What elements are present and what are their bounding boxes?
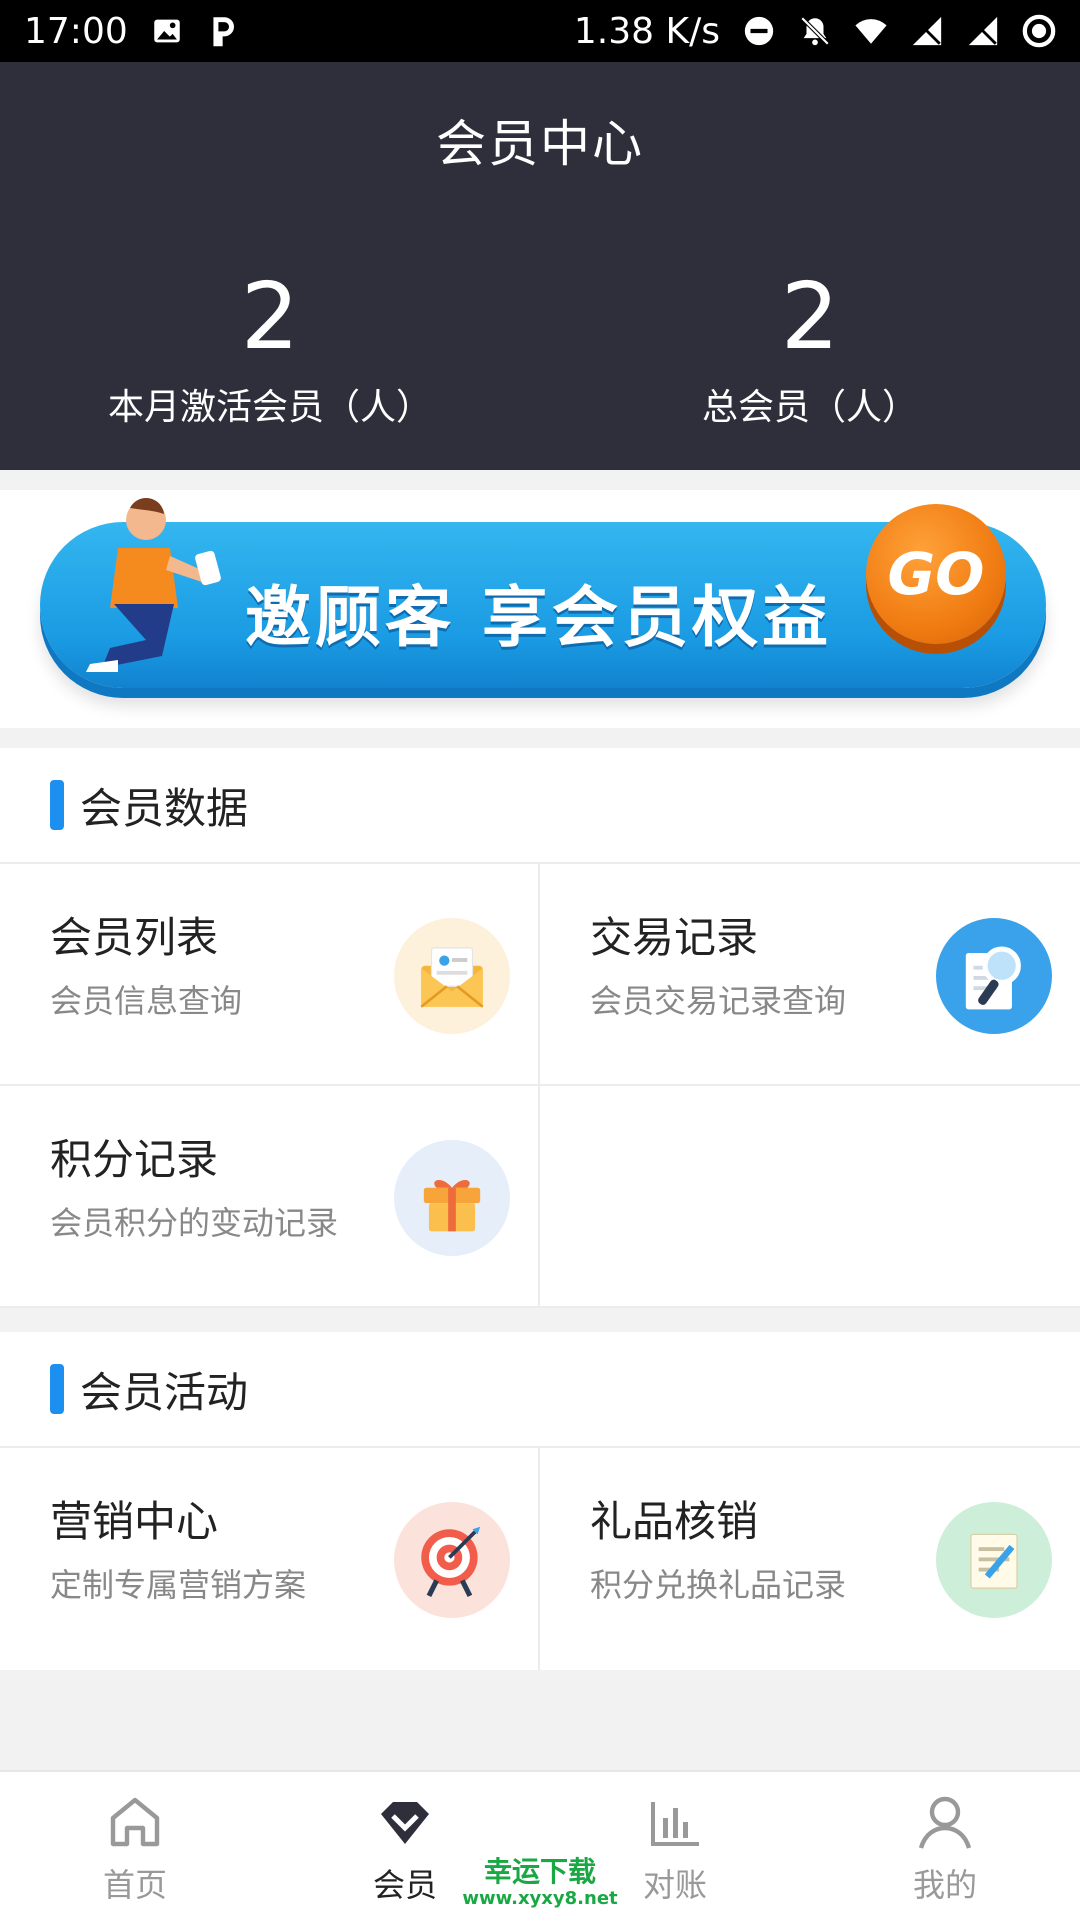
dnd-icon [742,14,776,48]
stat-monthly-active: 2 本月激活会员（人） [0,262,540,430]
watermark-url: www.xyxy8.net [462,1888,618,1909]
home-icon [103,1790,167,1854]
nav-label: 首页 [102,1866,167,1904]
stat-value: 2 [240,263,300,370]
nav-mine[interactable]: 我的 [810,1772,1080,1922]
card-title: 积分记录 [50,1135,219,1184]
section-title: 会员数据 [80,783,249,833]
document-pen-icon [936,1502,1052,1618]
card-subtitle: 会员信息查询 [50,982,243,1020]
site-watermark: 幸运下载 www.xyxy8.net [460,1856,620,1910]
go-button[interactable]: GO [866,504,1006,644]
bell-off-icon [798,14,832,48]
no-sim-icon [910,14,944,48]
card-subtitle: 会员交易记录查询 [590,982,847,1020]
card-title: 礼品核销 [590,1497,759,1546]
diamond-icon [373,1790,437,1854]
member-header: 会员中心 2 本月激活会员（人） 2 总会员（人） [0,62,1080,470]
section-header: 会员数据 [0,748,1080,864]
banner-section: 邀顾客 享会员权益 GO [0,490,1080,728]
watermark-name: 幸运下载 [483,1855,596,1888]
runner-illustration-icon [86,497,221,672]
nav-home[interactable]: 首页 [0,1772,270,1922]
stat-total-members: 2 总会员（人） [540,262,1080,430]
nav-label: 我的 [912,1866,977,1904]
member-data-section: 会员数据 会员列表 会员信息查询 交易记录 会员交易记录查询 积分记录 会员积分… [0,748,1080,1308]
page-title: 会员中心 [436,115,644,173]
gift-box-icon [394,1140,510,1256]
stat-label: 总会员（人） [701,387,918,428]
network-speed: 1.38 K/s [573,10,720,52]
bar-chart-icon [643,1790,707,1854]
no-sim-icon [966,14,1000,48]
points-record-card[interactable]: 积分记录 会员积分的变动记录 [0,1086,540,1308]
nav-label: 会员 [372,1866,437,1904]
invite-banner[interactable]: 邀顾客 享会员权益 GO [40,497,1046,688]
member-list-card[interactable]: 会员列表 会员信息查询 [0,864,540,1086]
p-app-icon [206,14,240,48]
user-icon [913,1790,977,1854]
card-title: 会员列表 [50,913,219,962]
transaction-record-card[interactable]: 交易记录 会员交易记录查询 [540,864,1080,1086]
card-subtitle: 积分兑换礼品记录 [590,1566,847,1604]
stat-value: 2 [780,263,840,370]
section-accent-bar [50,780,64,830]
banner-text: 邀顾客 享会员权益 [245,579,832,656]
member-activity-section: 会员活动 营销中心 定制专属营销方案 礼品核销 积分兑换礼品记录 [0,1332,1080,1670]
battery-icon [1022,14,1056,48]
gift-redemption-card[interactable]: 礼品核销 积分兑换礼品记录 [540,1448,1080,1670]
section-title: 会员活动 [80,1367,249,1417]
card-title: 营销中心 [50,1497,219,1546]
card-title: 交易记录 [590,913,759,962]
marketing-center-card[interactable]: 营销中心 定制专属营销方案 [0,1448,540,1670]
magnifier-document-icon [936,918,1052,1034]
wifi-icon [854,14,888,48]
section-accent-bar [50,1364,64,1414]
card-subtitle: 会员积分的变动记录 [50,1204,339,1242]
empty-card [540,1086,1080,1308]
nav-label: 对账 [642,1866,707,1904]
status-bar: 17:00 1.38 K/s [0,0,1080,62]
target-icon [394,1502,510,1618]
section-header: 会员活动 [0,1332,1080,1448]
card-subtitle: 定制专属营销方案 [50,1566,307,1604]
stat-label: 本月激活会员（人） [107,387,432,428]
envelope-icon [394,918,510,1034]
status-time: 17:00 [24,10,128,52]
image-icon [150,14,184,48]
